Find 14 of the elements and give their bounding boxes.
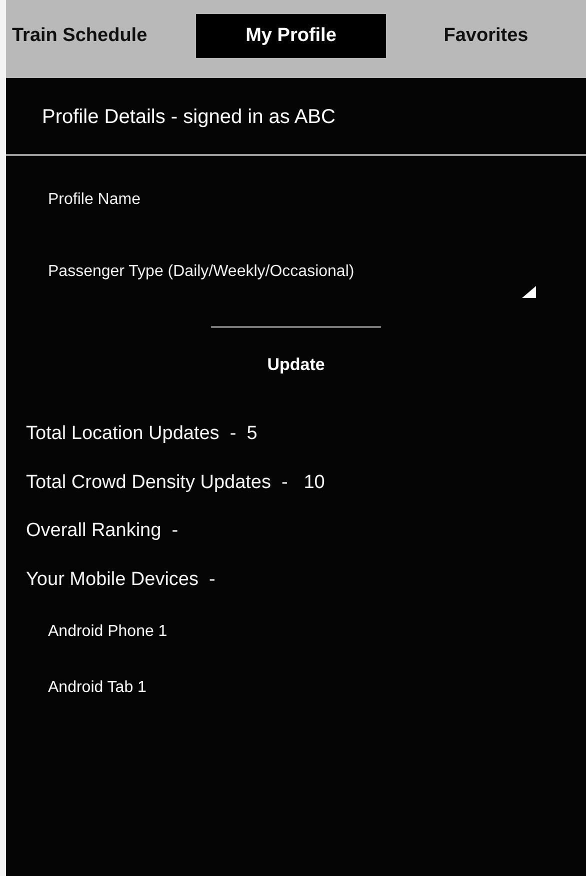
dropdown-triangle-icon xyxy=(522,286,536,298)
update-button[interactable]: Update xyxy=(211,326,381,378)
tab[interactable]: Train Schedule xyxy=(6,14,196,58)
profile-name-field[interactable]: Profile Name xyxy=(48,188,536,212)
tab[interactable]: My Profile xyxy=(196,14,386,58)
stat-text: Total Location Updates - 5 xyxy=(25,422,258,446)
device-item[interactable]: Android Tab 1 xyxy=(6,676,586,700)
stat-text: Overall Ranking - xyxy=(25,519,180,543)
device-item[interactable]: Android Phone 1 xyxy=(6,620,586,644)
stat-text: Total Crowd Density Updates - 10 xyxy=(25,470,326,494)
passenger-type-dropdown[interactable]: Passenger Type (Daily/Weekly/Occasional) xyxy=(48,260,522,284)
header-title: Profile Details - signed in as ABC xyxy=(6,78,586,156)
tab[interactable]: Favorites xyxy=(386,14,586,58)
stat-text: Your Mobile Devices - xyxy=(25,568,216,592)
